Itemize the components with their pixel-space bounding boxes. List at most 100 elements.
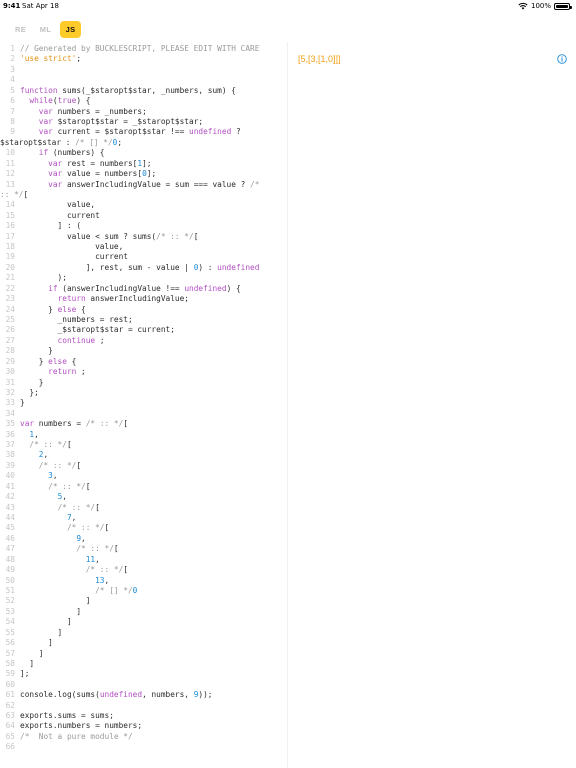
line-number: 48 [5,554,15,564]
code-line: 62 [0,701,287,711]
info-circle-icon[interactable] [557,54,567,64]
tab-js[interactable]: JS [60,21,81,38]
code-keyword: if [48,283,58,293]
code-text: answerIncludingValue = sum === value ? [62,179,251,189]
code-text: _numbers = rest; [20,315,133,324]
line-number: 59 [5,669,15,679]
code-text: 7, [20,513,76,523]
code-line: 44 7, [0,513,287,523]
code-text: ) : [198,262,218,272]
line-number: 6 [10,96,15,106]
code-text: ] [20,596,91,606]
line-number: 7 [10,106,15,116]
line-number: 15 [5,210,15,220]
code-keyword: return [57,294,86,304]
line-number: 56 [5,638,15,648]
line-number: 12 [5,169,15,179]
code-line: 54 ] [0,617,287,627]
code-line: 63 exports.sums = sums; [0,711,287,721]
tab-re[interactable]: RE [10,21,31,38]
line-number: 36 [5,429,15,439]
code-text: var numbers = _numbers; [20,107,147,117]
line-number: 31 [5,377,15,387]
code-line: 17 value < sum ? sums(/* :: */[ [0,232,287,242]
code-text: , [62,492,67,502]
code-text: /* :: */[ [20,440,71,450]
code-keyword: else [57,304,77,314]
code-text: ] [20,659,34,669]
code-text: , [81,533,86,543]
tab-ml[interactable]: ML [35,21,56,38]
code-text: , [71,513,77,523]
code-text: ]; [20,669,29,679]
code-line: 43 /* :: */[ [0,503,287,513]
code-text: ); [20,273,67,283]
line-number: 49 [5,565,15,575]
code-text: ] : ( [20,221,82,231]
code-line: 55 ] [0,628,287,638]
code-editor[interactable]: 1 // Generated by BUCKLESCRIPT, PLEASE ED… [0,44,287,753]
line-number: 38 [5,450,15,460]
code-comment: /* :: */ [66,523,105,533]
code-text: exports.sums = sums; [20,711,114,721]
code-text: ; [76,367,86,377]
status-bar: 9:41 Sat Apr 18 100% [0,0,576,14]
line-number: 66 [5,742,15,752]
line-number: 65 [5,731,15,741]
code-line: 46 9, [0,534,287,544]
code-line: 57 ] [0,649,287,659]
code-line: 6 while(true) { [0,96,287,106]
code-line: 45 /* :: */[ [0,523,287,533]
code-text: ] [20,648,44,658]
pane-divider [287,42,288,768]
code-line: 64 exports.numbers = numbers; [0,721,287,731]
code-text: value < sum ? sums( [20,231,157,241]
code-text: [ [193,231,199,241]
code-text: } [20,378,44,388]
code-text: ] [20,617,72,627]
code-line: 36 1, [0,430,287,440]
code-text: current [20,252,128,262]
code-line: 56 ] [0,638,287,648]
code-line: 21 ); [0,273,287,283]
code-text: ]; [20,669,30,679]
code-text: 'use strict'; [20,54,81,64]
line-number: 57 [5,648,15,658]
code-keyword: undefined [217,262,260,272]
line-number: 35 [5,419,15,429]
code-text: /* :: */[ [20,544,118,554]
code-text: var current = $staropt$star !== undefine… [0,127,264,148]
code-line: 31 } [0,378,287,388]
code-text: [ [85,481,91,491]
code-line: 39 /* :: */[ [0,461,287,471]
code-keyword: var [38,127,53,137]
code-text: ; [76,54,82,64]
line-number: 39 [5,460,15,470]
code-keyword: if [38,148,49,158]
code-text: 2, [20,450,48,460]
code-line: 53 ] [0,607,287,617]
line-number: 50 [5,575,15,585]
code-text: [ [123,565,128,575]
code-text: ; [95,335,105,345]
code-string: 'use strict' [20,54,77,64]
code-line: 61 console.log(sums(undefined, numbers, 9… [0,690,287,700]
line-number: 8 [10,116,15,126]
line-number: 54 [5,617,15,627]
code-text: if (answerIncludingValue !== undefined) … [20,283,240,294]
code-line: 66 [0,742,287,752]
code-text: answerIncludingValue; [85,294,190,304]
code-text: /* :: */[ [20,461,81,471]
code-text: value = numbers[ [62,169,143,179]
line-number: 25 [5,315,15,324]
code-text: ] [20,648,44,659]
code-keyword: continue [57,335,96,345]
code-keyword: var [48,179,63,189]
code-keyword: function [20,85,58,95]
line-number: 30 [5,367,15,377]
